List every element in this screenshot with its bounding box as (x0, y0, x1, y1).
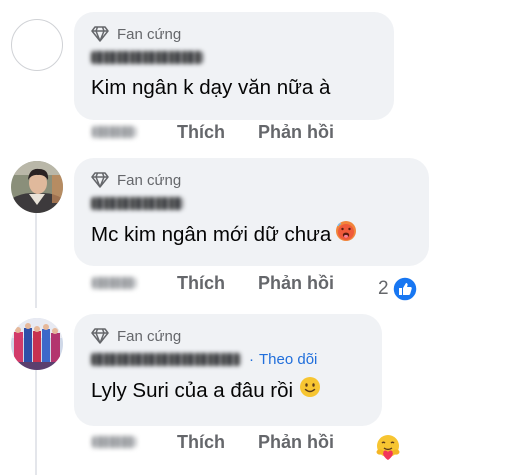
care-emoji[interactable] (373, 432, 403, 467)
author-name[interactable] (91, 352, 241, 366)
reply-button[interactable]: Phản hồi (258, 273, 334, 294)
thread-line (35, 212, 37, 308)
smiling-face-emoji (299, 376, 321, 406)
timestamp[interactable] (92, 126, 136, 138)
reaction-count: 2 (378, 278, 389, 299)
follow-link[interactable]: Theo dõi (259, 351, 317, 368)
badge-label: Fan cứng (117, 25, 182, 43)
diamond-icon (91, 26, 109, 42)
comment-actions: Thích Phản hồi (92, 122, 334, 142)
diamond-icon (91, 172, 109, 188)
badge-label: Fan cứng (117, 327, 182, 345)
comment-text-row: Mc kim ngân mới dữ chưa (91, 220, 413, 250)
comment-text: Kim ngân k dạy văn nữa à (91, 76, 331, 99)
comment-text: Mc kim ngân mới dữ chưa (91, 223, 332, 246)
comment-text: Lyly Suri của a đâu rồi (91, 379, 294, 402)
thread-line (35, 370, 37, 475)
avatar[interactable] (11, 318, 63, 370)
timestamp[interactable] (92, 277, 136, 289)
reply-button[interactable]: Phản hồi (258, 122, 334, 143)
avatar[interactable] (11, 19, 63, 71)
avatar[interactable] (11, 161, 63, 213)
fan-badge: Fan cứng (91, 170, 413, 190)
author-name-row: · Theo dõi (91, 348, 366, 370)
comment-bubble: Fan cứng Kim ngân k dạy văn nữa à (74, 12, 394, 120)
like-button[interactable]: Thích (177, 432, 225, 453)
comment-actions: Thích Phản hồi (92, 273, 334, 293)
separator-dot: · (249, 350, 254, 368)
like-icon (391, 276, 418, 302)
comment-text-row: Lyly Suri của a đâu rồi (91, 376, 366, 406)
comment-bubble: Fan cứng · Theo dõi Lyly Suri của a đâu … (74, 314, 382, 426)
reply-button[interactable]: Phản hồi (258, 432, 334, 453)
badge-label: Fan cứng (117, 171, 182, 189)
author-name[interactable] (91, 192, 413, 214)
like-button[interactable]: Thích (177, 122, 225, 143)
author-name[interactable] (91, 46, 378, 68)
diamond-icon (91, 328, 109, 344)
comment-actions: Thích Phản hồi (92, 432, 334, 452)
comment-bubble: Fan cứng Mc kim ngân mới dữ chưa (74, 158, 429, 266)
reaction-summary[interactable]: 2 (378, 276, 418, 302)
fan-badge: Fan cứng (91, 326, 366, 346)
fan-badge: Fan cứng (91, 24, 378, 44)
hot-face-emoji (335, 220, 357, 250)
like-button[interactable]: Thích (177, 273, 225, 294)
timestamp[interactable] (92, 436, 136, 448)
